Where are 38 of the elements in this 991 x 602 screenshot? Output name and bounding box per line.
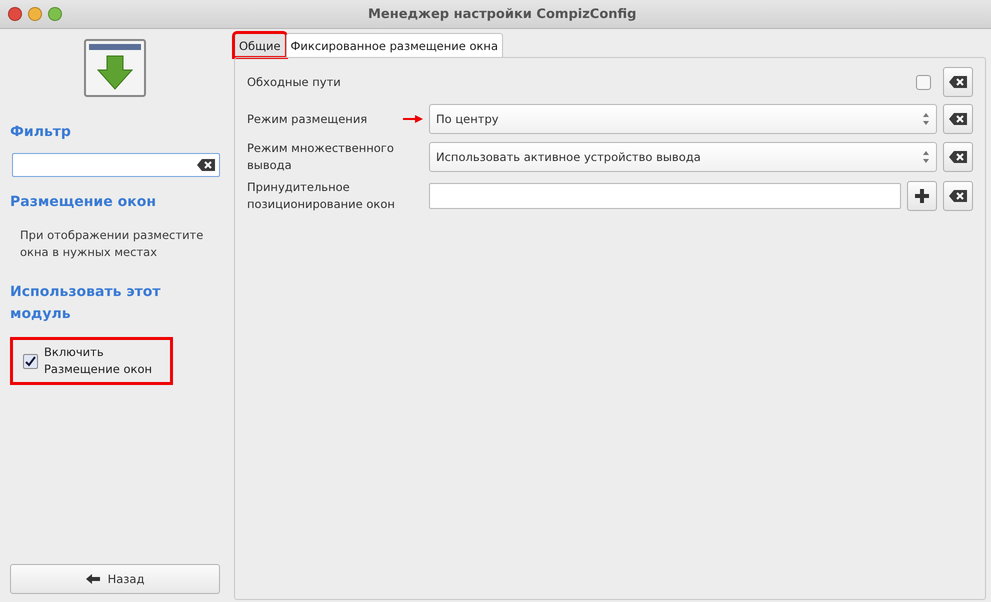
filter-field[interactable] <box>12 153 220 177</box>
enable-label: Включить Размещение окон <box>44 344 154 378</box>
clear-button[interactable] <box>943 181 973 211</box>
tab[interactable]: Общие <box>234 33 286 57</box>
filter-heading: Фильтр <box>10 123 71 142</box>
setting-label: Режим размещения <box>247 110 368 128</box>
enable-checkbox[interactable] <box>23 354 38 368</box>
plus-icon <box>915 189 929 203</box>
use-module-heading: Использовать этот модуль <box>10 283 162 324</box>
clear-icon <box>949 151 967 163</box>
tab[interactable]: Фиксированное размещение окна <box>286 33 504 57</box>
window-title: Менеджер настройки CompizConfig <box>368 6 636 22</box>
close-button[interactable] <box>8 7 22 21</box>
clear-button[interactable] <box>943 142 973 172</box>
maximize-button[interactable] <box>48 7 62 21</box>
clear-icon <box>949 76 967 88</box>
clear-icon <box>949 113 967 125</box>
plugin-description: При отображении разместите окна в нужных местах <box>19 227 204 261</box>
clear-button[interactable] <box>943 67 973 97</box>
spin-arrows-icon <box>922 112 930 126</box>
setting-label: Принудительное позиционирование окон <box>247 179 396 213</box>
dropdown[interactable]: По центру <box>429 104 937 134</box>
checkbox[interactable] <box>916 74 931 90</box>
setting-label: Режим множественного вывода <box>247 140 395 174</box>
check-icon <box>25 356 36 366</box>
setting-label: Обходные пути <box>247 74 342 90</box>
clear-icon <box>949 190 967 202</box>
spin-arrows-icon <box>922 150 930 164</box>
back-arrow-icon <box>86 574 100 584</box>
minimize-button[interactable] <box>28 7 42 21</box>
add-button[interactable] <box>907 181 937 211</box>
plugin-heading: Размещение окон <box>10 193 156 212</box>
input-field[interactable] <box>429 183 901 209</box>
clear-icon <box>197 159 215 171</box>
clear-button[interactable] <box>943 104 973 134</box>
dropdown[interactable]: Использовать активное устройство вывода <box>429 142 937 172</box>
download-icon <box>84 39 146 99</box>
back-button[interactable]: Назад <box>10 564 220 594</box>
